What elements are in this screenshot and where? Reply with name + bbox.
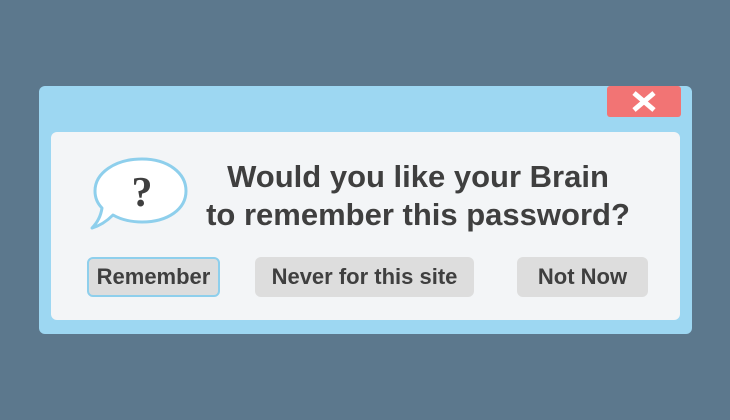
close-button[interactable] (607, 86, 681, 117)
never-for-this-site-button[interactable]: Never for this site (255, 257, 474, 297)
dialog-message: Would you like your Brain to remember th… (193, 158, 643, 234)
password-dialog: ? Would you like your Brain to remember … (39, 86, 692, 334)
remember-button[interactable]: Remember (87, 257, 220, 297)
message-line-1: Would you like your Brain (227, 159, 609, 194)
svg-text:?: ? (132, 170, 153, 216)
dialog-panel: ? Would you like your Brain to remember … (51, 132, 680, 320)
not-now-button[interactable]: Not Now (517, 257, 648, 297)
question-speech-bubble-icon: ? (90, 157, 188, 230)
close-icon (632, 91, 656, 112)
message-line-2: to remember this password? (206, 197, 630, 232)
